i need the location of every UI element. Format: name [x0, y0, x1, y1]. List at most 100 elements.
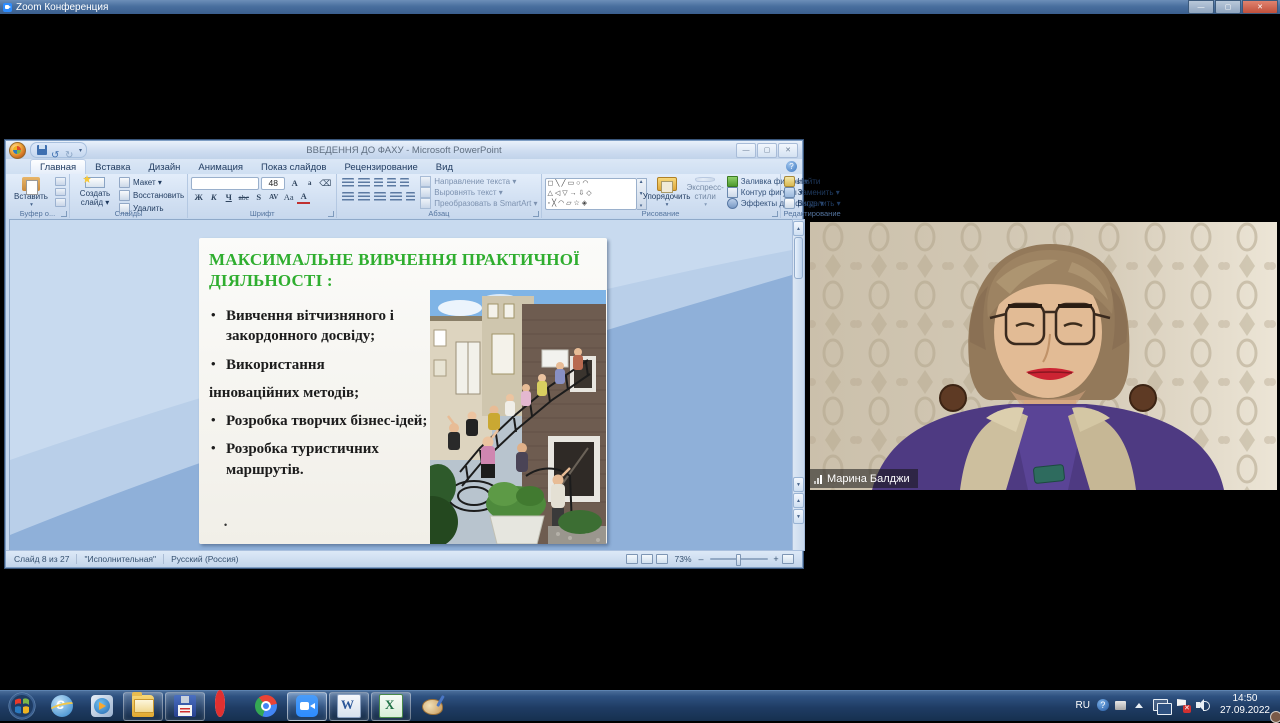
maximize-button[interactable]: ▢: [1215, 0, 1241, 14]
tab-slideshow[interactable]: Показ слайдов: [252, 160, 335, 174]
font-size-input[interactable]: 48: [261, 177, 285, 190]
align-right-icon[interactable]: [374, 192, 386, 202]
undo-icon[interactable]: [51, 145, 61, 155]
taskbar-opera[interactable]: [207, 693, 245, 720]
select-button[interactable]: Выделить ▾: [784, 198, 841, 209]
next-slide-button[interactable]: ▼: [793, 509, 804, 524]
character-spacing-button[interactable]: AV: [267, 192, 280, 203]
format-painter-icon[interactable]: [55, 198, 66, 207]
shapes-gallery[interactable]: ◻ ╲ ╱ ▭ ○ ◠ △ ◁ ▽ → ⇩ ◇ ◦ ╳ ◠ ▱ ☆ ◈: [545, 178, 637, 210]
shadow-button[interactable]: S: [252, 192, 265, 203]
fit-to-window-icon[interactable]: [782, 554, 794, 564]
ppt-close-button[interactable]: ✕: [778, 143, 798, 158]
clipboard-dialog-launcher[interactable]: [61, 211, 67, 217]
zoom-in-icon[interactable]: +: [772, 555, 781, 564]
office-button[interactable]: [9, 142, 26, 159]
slide[interactable]: МАКСИМАЛЬНЕ ВИВЧЕННЯ ПРАКТИЧНОЇ ДІЯЛЬНОС…: [199, 238, 607, 544]
network-icon[interactable]: [1153, 699, 1168, 711]
taskbar-floppy-app[interactable]: [165, 692, 205, 721]
language-help-icon[interactable]: ?: [1097, 699, 1109, 711]
tab-view[interactable]: Вид: [427, 160, 462, 174]
taskbar-excel[interactable]: [371, 692, 411, 721]
bold-button[interactable]: Ж: [192, 192, 205, 203]
slide-canvas[interactable]: МАКСИМАЛЬНЕ ВИВЧЕННЯ ПРАКТИЧНОЇ ДІЯЛЬНОС…: [9, 219, 793, 551]
convert-smartart-button[interactable]: Преобразовать в SmartArt ▾: [420, 198, 537, 209]
shrink-font-button[interactable]: а: [303, 178, 316, 189]
quick-styles-button[interactable]: Экспресс-стили▾: [687, 176, 724, 208]
justify-icon[interactable]: [390, 192, 402, 202]
paragraph-dialog-launcher[interactable]: [533, 211, 539, 217]
numbering-icon[interactable]: [358, 178, 370, 188]
qat-dropdown-icon[interactable]: ▾: [79, 147, 82, 154]
grow-font-button[interactable]: А: [288, 178, 301, 189]
start-button[interactable]: [8, 692, 36, 720]
underline-button[interactable]: Ч: [222, 192, 235, 203]
ppt-minimize-button[interactable]: —: [736, 143, 756, 158]
save-icon[interactable]: [37, 145, 47, 155]
taskbar-media-player[interactable]: [83, 693, 121, 720]
show-hidden-icons-arrow[interactable]: [1135, 703, 1143, 708]
help-icon[interactable]: ?: [786, 161, 797, 172]
tab-animation[interactable]: Анимация: [189, 160, 252, 174]
zoom-slider-thumb[interactable]: [736, 554, 741, 566]
tab-design[interactable]: Дизайн: [139, 160, 189, 174]
normal-view-icon[interactable]: [626, 554, 638, 564]
strikethrough-button[interactable]: abc: [237, 192, 250, 203]
increase-indent-icon[interactable]: [387, 178, 396, 188]
cut-icon[interactable]: [55, 177, 66, 186]
font-dialog-launcher[interactable]: [328, 211, 334, 217]
scroll-down-icon[interactable]: ▼: [793, 477, 804, 492]
vertical-scrollbar[interactable]: ▲ ▼ ▲ ▼: [792, 219, 805, 551]
action-center-flag-icon[interactable]: [1176, 699, 1188, 711]
scroll-up-icon[interactable]: ▲: [793, 221, 804, 236]
taskbar-chrome[interactable]: [247, 693, 285, 720]
webcam-video[interactable]: Марина Балджи: [810, 222, 1277, 490]
tab-review[interactable]: Рецензирование: [335, 160, 426, 174]
tray-clock[interactable]: 14:50 27.09.2022: [1214, 693, 1278, 717]
previous-slide-button[interactable]: ▲: [793, 493, 804, 508]
slide-body-text[interactable]: •Вивчення вітчизняного і закордонного до…: [209, 306, 433, 488]
drawing-dialog-launcher[interactable]: [772, 211, 778, 217]
text-direction-button[interactable]: Направление текста ▾: [420, 176, 537, 187]
layout-button[interactable]: Макет ▾: [119, 177, 184, 188]
volume-icon[interactable]: [1196, 699, 1210, 711]
keyboard-icon[interactable]: [1115, 701, 1126, 710]
taskbar-zoom[interactable]: [287, 692, 327, 721]
taskbar-internet-explorer[interactable]: [43, 693, 81, 720]
taskbar-paint[interactable]: [413, 693, 451, 720]
arrange-button[interactable]: Упорядочить▾: [647, 176, 687, 208]
align-center-icon[interactable]: [358, 192, 370, 202]
align-left-icon[interactable]: [342, 192, 354, 202]
taskbar-word[interactable]: [329, 692, 369, 721]
italic-button[interactable]: К: [207, 192, 220, 203]
slideshow-view-icon[interactable]: [656, 554, 668, 564]
redo-icon[interactable]: [65, 145, 75, 155]
replace-button[interactable]: Заменить ▾: [784, 187, 841, 198]
ppt-restore-button[interactable]: ▢: [757, 143, 777, 158]
close-button[interactable]: ✕: [1242, 0, 1278, 14]
align-text-button[interactable]: Выровнять текст ▾: [420, 187, 537, 198]
bullets-icon[interactable]: [342, 178, 354, 188]
minimize-button[interactable]: —: [1188, 0, 1214, 14]
language-indicator[interactable]: RU: [1071, 700, 1093, 711]
font-name-input[interactable]: [191, 177, 259, 190]
tab-home[interactable]: Главная: [30, 159, 86, 174]
clear-formatting-button[interactable]: ⌫: [318, 178, 332, 189]
copy-icon[interactable]: [55, 188, 66, 197]
scroll-thumb[interactable]: [794, 237, 803, 279]
slide-title[interactable]: МАКСИМАЛЬНЕ ВИВЧЕННЯ ПРАКТИЧНОЇ ДІЯЛЬНОС…: [209, 250, 601, 291]
zoom-out-icon[interactable]: –: [697, 555, 706, 564]
new-slide-button[interactable]: Создать слайд ▾: [73, 176, 117, 208]
paste-button[interactable]: Вставить▾: [9, 176, 53, 208]
zoom-slider[interactable]: [710, 558, 768, 560]
find-button[interactable]: Найти: [784, 176, 841, 187]
decrease-indent-icon[interactable]: [374, 178, 383, 188]
font-color-button[interactable]: А: [297, 191, 310, 204]
change-case-button[interactable]: Aa: [282, 192, 295, 203]
tab-insert[interactable]: Вставка: [86, 160, 139, 174]
slide-sorter-icon[interactable]: [641, 554, 653, 564]
columns-icon[interactable]: [406, 192, 415, 202]
language-status[interactable]: Русский (Россия): [171, 554, 238, 564]
line-spacing-icon[interactable]: [400, 178, 409, 188]
taskbar-windows-explorer[interactable]: [123, 692, 163, 721]
